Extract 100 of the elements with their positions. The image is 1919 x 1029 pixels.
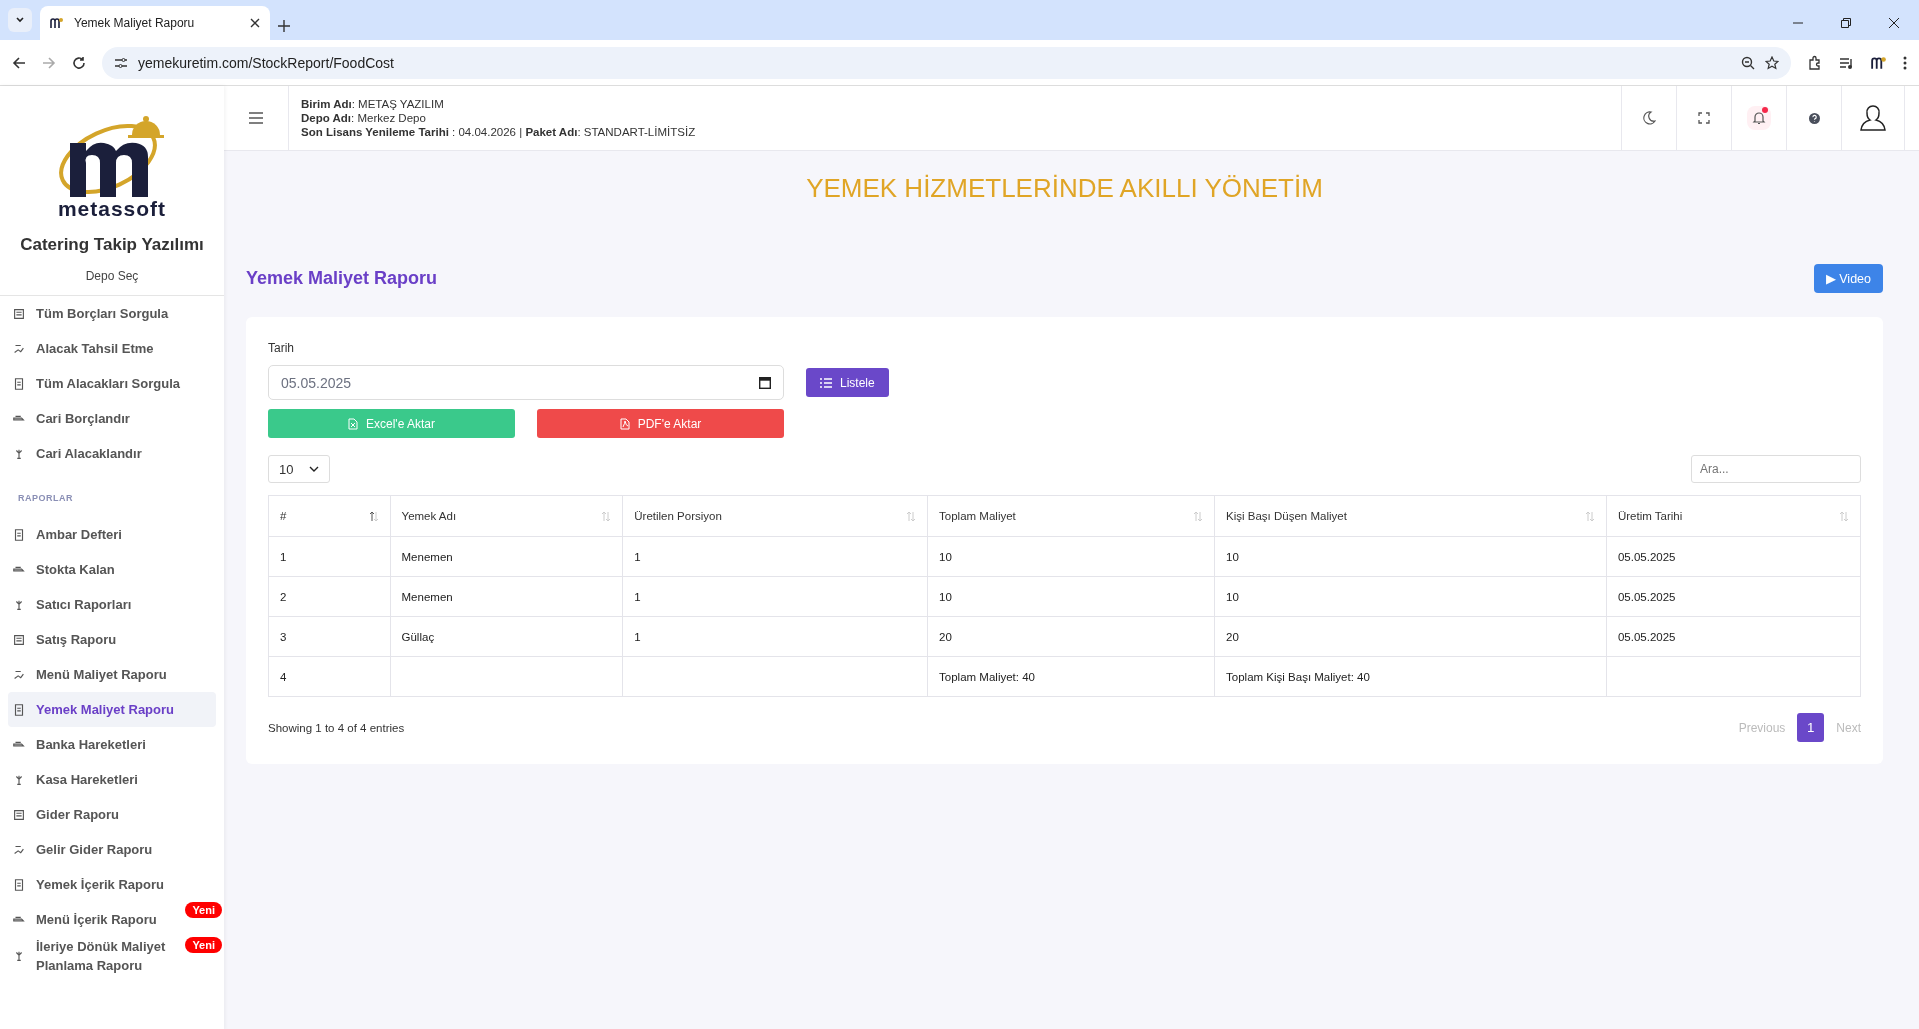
tab-list-button[interactable] [8, 8, 32, 32]
table-cell: 20 [939, 630, 952, 643]
sidebar-item[interactable]: Satıcı Raporları [0, 587, 216, 622]
new-tab-icon[interactable] [278, 20, 290, 32]
table-cell: 05.05.2025 [1617, 630, 1676, 643]
table-cell: 1 [634, 590, 641, 603]
table-cell: Toplam Kişi Başı Maliyet: 40 [1226, 670, 1370, 683]
sidebar-item[interactable]: Yemek Maliyet Raporu [8, 692, 216, 727]
header-info-line: Depo Adı: Merkez Depo [301, 112, 427, 124]
sidebar-item[interactable]: Tüm Borçları Sorgula [0, 296, 216, 331]
page-title: Yemek Maliyet Raporu [246, 268, 438, 289]
brand-name: metassoft [57, 197, 167, 221]
sidebar-item[interactable]: Gelir Gider Raporu [0, 832, 216, 867]
reload-icon[interactable] [72, 55, 86, 70]
sidebar-item[interactable]: Stokta Kalan [0, 552, 216, 587]
excel-file-icon [348, 417, 358, 430]
page-size-select[interactable]: 10 [268, 455, 330, 483]
table-cell: 20 [1226, 630, 1239, 643]
sidebar-item[interactable]: Banka Hareketleri [0, 727, 216, 762]
table-cell: Menemen [401, 590, 453, 603]
calendar-icon[interactable] [759, 376, 771, 389]
moon-icon[interactable] [1642, 111, 1656, 125]
help-icon[interactable] [1808, 112, 1820, 124]
pdf-export-button[interactable]: PDF'e Aktar [537, 409, 784, 438]
sidebar-item[interactable]: Menü Maliyet Raporu [0, 657, 216, 692]
table-cell: 10 [1226, 550, 1239, 563]
star-icon[interactable] [1765, 55, 1779, 70]
chevron-down-icon [15, 15, 25, 25]
menu-item-icon [12, 702, 26, 717]
zoom-icon[interactable] [1741, 55, 1755, 70]
sidebar-item[interactable]: Gider Raporu [0, 797, 216, 832]
table-cell: 1 [634, 550, 641, 563]
table-cell: 1 [280, 550, 287, 563]
table-cell: 2 [280, 590, 287, 603]
new-badge: Yeni [185, 937, 222, 953]
table-cell: 3 [280, 630, 287, 643]
table-cell: 10 [939, 550, 952, 563]
column-header[interactable]: Yemek Adı [390, 495, 623, 537]
sort-icon[interactable] [368, 510, 379, 522]
more-icon[interactable] [1903, 55, 1907, 70]
sidebar-item[interactable]: Alacak Tahsil Etme [0, 331, 216, 366]
fullscreen-icon[interactable] [1698, 112, 1710, 124]
menu-item-icon [12, 527, 26, 542]
notification-bell-icon[interactable] [1747, 106, 1771, 130]
video-button[interactable]: ▶ Video [1813, 264, 1883, 293]
pdf-file-icon [619, 417, 630, 430]
browser-tab[interactable]: Yemek Maliyet Raporu [40, 6, 270, 40]
new-badge: Yeni [185, 902, 222, 918]
sidebar-item[interactable]: Menü İçerik Raporu Yeni [0, 902, 224, 937]
sidebar-item[interactable]: Cari Alacaklandır [0, 436, 216, 471]
table-cell: Menemen [401, 550, 453, 563]
page-button[interactable]: 1 [1797, 713, 1825, 742]
menu-icon[interactable] [249, 112, 263, 124]
list-button[interactable]: Listele [806, 368, 889, 397]
menu-item-icon [12, 632, 26, 647]
menu-item-icon [12, 376, 26, 391]
extensions-icon[interactable] [1807, 54, 1823, 71]
column-header[interactable]: # [268, 495, 391, 537]
sidebar-item[interactable]: İleriye Dönük Maliyet Planlama Raporu Yeni [0, 937, 224, 975]
column-header[interactable]: Toplam Maliyet [927, 495, 1215, 537]
list-icon [820, 377, 832, 388]
restore-icon[interactable] [1841, 18, 1851, 28]
header-info-line: Son Lisans Yenileme Tarihi : 04.04.2026 | Paket Adı: STANDART-LİMİTSİZ [301, 126, 697, 138]
table-cell: Güllaç [401, 630, 435, 643]
address-bar[interactable]: yemekuretim.com/StockReport/FoodCost [102, 46, 1791, 79]
site-logo-icon [50, 17, 64, 29]
table-cell: 05.05.2025 [1617, 550, 1676, 563]
column-header[interactable]: Kişi Başı Düşen Maliyet [1214, 495, 1607, 537]
header-info-line: Birim Adı: METAŞ YAZILIM [301, 98, 445, 110]
table-cell: Toplam Maliyet: 40 [939, 670, 1035, 683]
depot-link[interactable]: Depo Seç [85, 269, 139, 283]
menu-item-icon [12, 306, 26, 321]
banner-title: YEMEK HİZMETLERİNDE AKILLI YÖNETİM [805, 173, 1324, 204]
extension-logo-icon[interactable] [1871, 55, 1887, 70]
table-cell: 4 [280, 670, 287, 683]
app-name: Catering Takip Yazılımı [20, 235, 204, 255]
entries-info: Showing 1 to 4 of 4 entries [268, 721, 405, 734]
sidebar-item[interactable]: Kasa Hareketleri [0, 762, 216, 797]
close-icon[interactable] [1889, 18, 1899, 28]
search-field[interactable]: Ara... [1691, 455, 1861, 483]
date-field[interactable]: 05.05.2025 [268, 365, 784, 400]
date-label: Tarih [268, 341, 295, 355]
sidebar-item[interactable]: Tüm Alacakları Sorgula [0, 366, 216, 401]
table-cell: 1 [634, 630, 641, 643]
media-icon[interactable] [1839, 55, 1855, 70]
table-cell: 10 [939, 590, 952, 603]
sidebar-item[interactable]: Yemek İçerik Raporu [0, 867, 216, 902]
close-icon[interactable] [250, 18, 260, 28]
back-icon[interactable] [12, 55, 26, 70]
sidebar-item[interactable]: Ambar Defteri [0, 517, 216, 552]
section-title: RAPORLAR [17, 492, 74, 505]
column-header[interactable]: Üretilen Porsiyon [622, 495, 928, 537]
table-cell: 10 [1226, 590, 1239, 603]
column-header[interactable]: Üretim Tarihi [1606, 495, 1861, 537]
menu-item-icon [12, 877, 26, 892]
sidebar-item[interactable]: Cari Borçlandır [0, 401, 216, 436]
sidebar-item[interactable]: Satış Raporu [0, 622, 216, 657]
user-avatar-icon[interactable] [1859, 104, 1887, 132]
table-cell: 05.05.2025 [1617, 590, 1676, 603]
menu-item-icon [12, 807, 26, 822]
